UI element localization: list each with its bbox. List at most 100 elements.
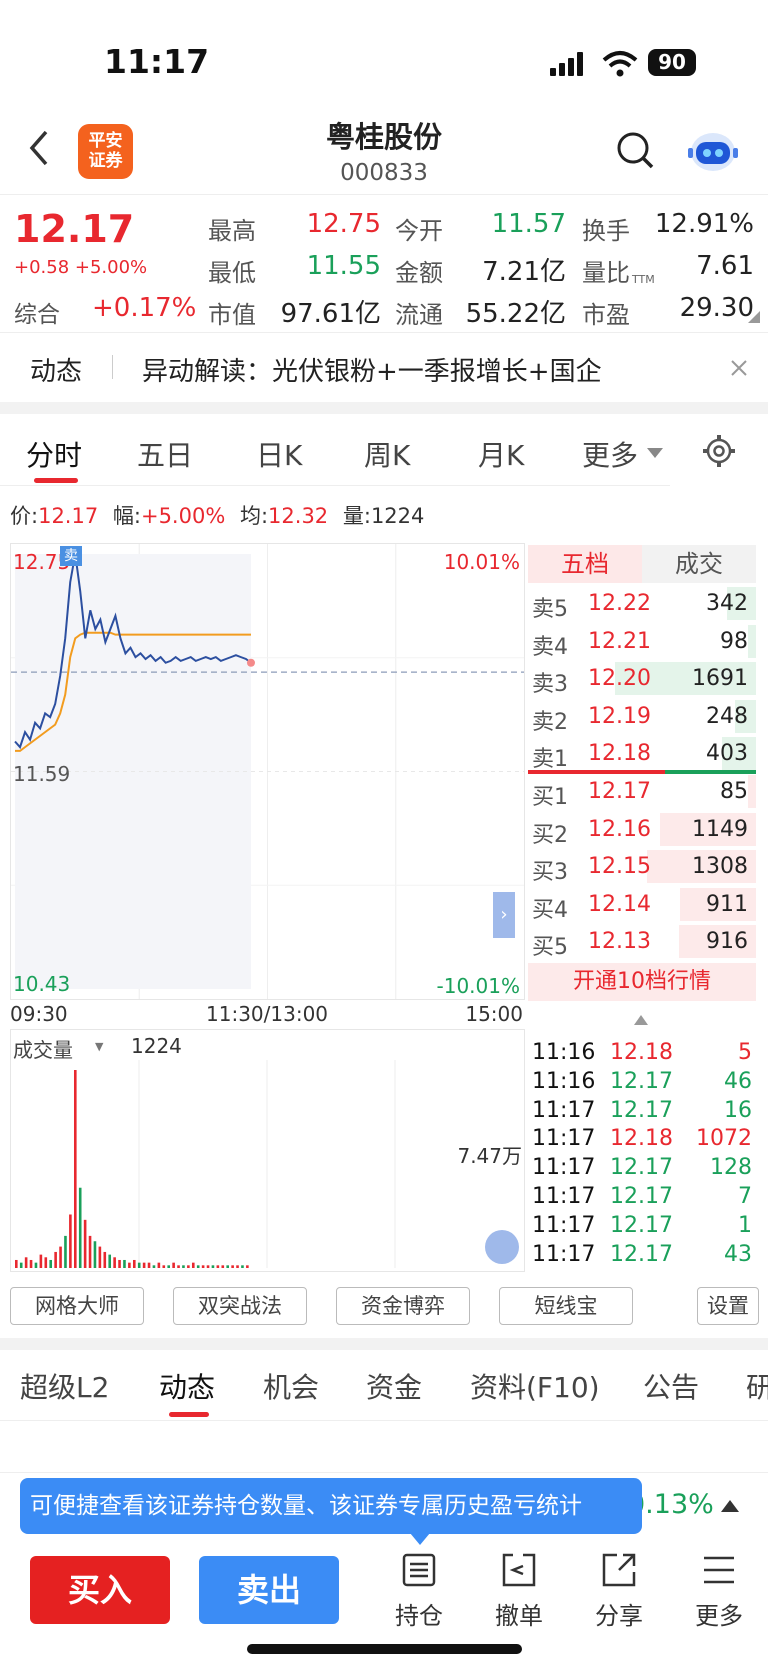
tab-trades[interactable]: 成交 <box>642 545 756 583</box>
news-text[interactable]: 异动解读：光伏银粉+一季报增长+国企 <box>142 351 602 388</box>
trade-row: 11:17 12.17 43 <box>530 1242 758 1271</box>
orderbook-price: 12.14 <box>588 891 651 917</box>
expand-orderbook-icon[interactable]: › <box>493 892 515 938</box>
status-bar: 11:17 90 <box>0 0 768 100</box>
orderbook-label: 卖5 <box>532 597 568 622</box>
close-icon[interactable] <box>730 359 748 377</box>
settings-gear-icon[interactable] <box>702 434 736 468</box>
orderbook-row[interactable]: 买1 12.17 85 <box>528 773 756 810</box>
wifi-icon <box>602 51 638 77</box>
orderbook-price: 12.22 <box>588 591 651 616</box>
tab-weekly-k[interactable]: 周K <box>364 434 410 474</box>
tab-opportunity[interactable]: 机会 <box>263 1366 319 1406</box>
volume-bar <box>118 1259 121 1268</box>
section-tabs: 超级L2 动态 机会 资金 资料(F10) 公告 研 <box>0 1352 768 1422</box>
volume-bar <box>132 1259 136 1268</box>
orderbook-price: 12.16 <box>588 816 651 842</box>
pe-ttm-sup: TTM <box>632 273 655 286</box>
orderbook-row[interactable]: 买3 12.15 1308 <box>528 848 756 885</box>
tab-dynamics[interactable]: 动态 <box>159 1366 215 1406</box>
content-divider <box>0 1472 768 1473</box>
orderbook-price: 12.18 <box>588 741 651 767</box>
tab-f10[interactable]: 资料(F10) <box>470 1366 600 1406</box>
volume-chart[interactable]: 7.47万 <box>10 1060 525 1272</box>
orderbook-vol: 342 <box>706 591 748 616</box>
orderbook-row[interactable]: 卖1 12.18 403 <box>528 735 756 772</box>
short-line-button[interactable]: 短线宝 <box>499 1287 633 1325</box>
ai-assistant-icon[interactable] <box>686 128 740 174</box>
orderbook-row[interactable]: 卖3 12.20 1691 <box>528 660 756 697</box>
trade-row: 11:16 12.18 5 <box>530 1040 758 1069</box>
quote-field-value: 7.61 <box>696 251 754 281</box>
sell-button[interactable]: 卖出 <box>199 1556 339 1624</box>
quote-field-value: 11.55 <box>306 251 381 281</box>
tab-capital[interactable]: 资金 <box>366 1366 422 1406</box>
volume-bar <box>191 1262 195 1268</box>
expand-up-icon[interactable] <box>721 1500 739 1512</box>
tab-five-day[interactable]: 五日 <box>137 434 193 474</box>
capital-game-button[interactable]: 资金博弈 <box>336 1287 470 1325</box>
volume-bar <box>15 1259 18 1268</box>
tab-five-levels[interactable]: 五档 <box>528 545 642 583</box>
volume-dropdown-icon[interactable]: ▼ <box>95 1040 103 1053</box>
orderbook-vol: 1308 <box>692 854 748 880</box>
intraday-info-line: 价:12.17 幅:+5.00% 均:12.32 量:1224 <box>10 504 425 528</box>
volume-bar <box>78 1187 82 1268</box>
trade-time: 11:17 <box>532 1212 596 1238</box>
orderbook-vol: 1149 <box>692 816 748 842</box>
tab-monthly-k[interactable]: 月K <box>478 434 524 474</box>
trade-price: 12.17 <box>610 1097 673 1123</box>
volume-bar <box>236 1265 239 1268</box>
tab-more[interactable]: 更多 <box>582 434 638 474</box>
intraday-chart[interactable]: 12.75 11.59 10.43 10.01% -10.01% 卖 › <box>10 543 525 1000</box>
orderbook-row[interactable]: 卖2 12.19 248 <box>528 698 756 735</box>
orderbook-vol: 248 <box>706 703 748 729</box>
tools-settings-button[interactable]: 设置 <box>697 1287 759 1325</box>
quote-field-label: 今开 <box>395 217 443 245</box>
orderbook-vol: 403 <box>706 741 748 767</box>
trade-time: 11:17 <box>532 1126 596 1152</box>
buy-button[interactable]: 买入 <box>30 1556 170 1624</box>
volume-bar <box>19 1262 23 1268</box>
orderbook-row[interactable]: 买2 12.16 1149 <box>528 811 756 848</box>
tab-daily-k[interactable]: 日K <box>256 434 302 474</box>
news-label: 动态 <box>30 357 83 387</box>
collapse-up-icon[interactable] <box>634 1015 648 1025</box>
orderbook-vol: 911 <box>706 891 748 917</box>
orderbook-row[interactable]: 买5 12.13 916 <box>528 923 756 960</box>
trade-price: 12.18 <box>610 1040 673 1065</box>
expand-corner-icon[interactable] <box>748 311 760 323</box>
volume-bar <box>182 1265 185 1268</box>
grid-master-button[interactable]: 网格大师 <box>10 1287 144 1325</box>
orderbook-label: 买4 <box>532 897 568 923</box>
y-bottom-label: 10.43 <box>13 972 71 996</box>
volume-bar <box>177 1265 180 1268</box>
volume-header: 成交量 ▼ 1224 <box>10 1029 525 1063</box>
volume-bar <box>108 1254 112 1268</box>
share-button[interactable]: 分享 <box>584 1552 654 1631</box>
fullscreen-icon[interactable] <box>485 1230 519 1264</box>
x-label-close: 15:00 <box>465 1002 523 1026</box>
news-bar[interactable]: 动态 异动解读：光伏银粉+一季报增长+国企 <box>0 332 768 402</box>
search-icon[interactable] <box>615 130 655 170</box>
composite-label: 综合 <box>14 302 60 328</box>
tab-super-l2[interactable]: 超级L2 <box>20 1366 109 1406</box>
tab-research[interactable]: 研 <box>746 1366 768 1406</box>
share-label: 分享 <box>595 1602 643 1630</box>
orderbook-row[interactable]: 卖5 12.22 342 <box>528 585 756 622</box>
cancel-order-button[interactable]: 撤单 <box>484 1552 554 1631</box>
more-button[interactable]: 更多 <box>684 1552 754 1631</box>
latest-price-dot <box>246 658 255 667</box>
chart-period-tabs: 分时 五日 日K 周K 月K 更多 <box>0 414 768 486</box>
orderbook-row[interactable]: 卖4 12.21 98 <box>528 623 756 660</box>
upgrade-ten-levels-button[interactable]: 开通10档行情 <box>528 963 756 1001</box>
double-breakout-button[interactable]: 双突战法 <box>173 1287 307 1325</box>
tab-announcements[interactable]: 公告 <box>643 1366 699 1406</box>
sell-marker[interactable]: 卖 <box>60 546 82 566</box>
trade-vol: 16 <box>724 1097 752 1123</box>
position-tooltip[interactable]: 可便捷查看该证券持仓数量、该证券专属历史盈亏统计 <box>20 1478 642 1534</box>
orderbook-row[interactable]: 买4 12.14 911 <box>528 886 756 923</box>
tab-intraday[interactable]: 分时 <box>26 434 82 474</box>
volume-label[interactable]: 成交量 <box>13 1034 73 1063</box>
positions-button[interactable]: 持仓 <box>384 1552 454 1631</box>
